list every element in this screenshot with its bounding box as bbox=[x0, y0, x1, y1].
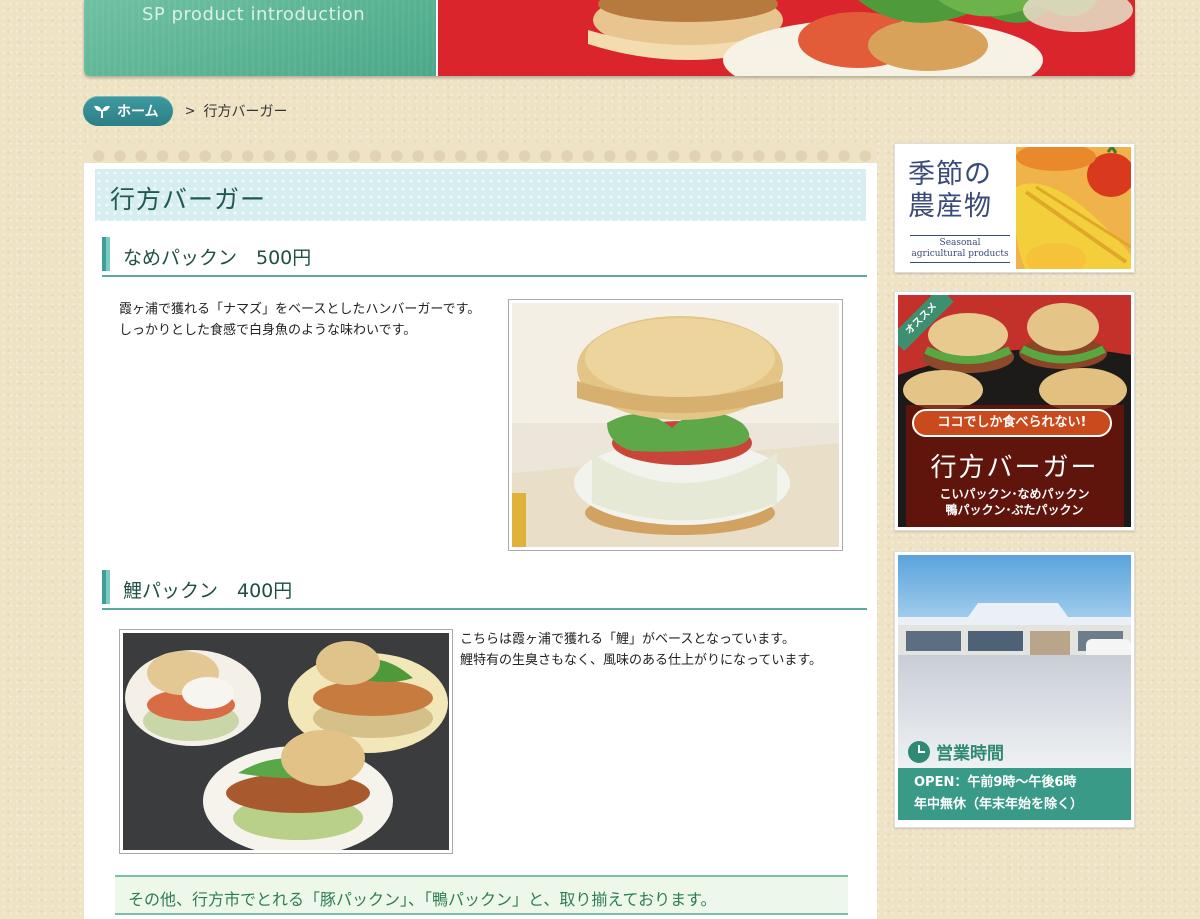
section-title-nama: なめパックン 500円 bbox=[102, 235, 867, 277]
burger-list-line: 鴨パックン･ぶたパックン bbox=[945, 503, 1084, 517]
breadcrumb-separator: > bbox=[184, 103, 196, 119]
seasonal-en-line: Seasonal bbox=[939, 238, 981, 248]
burger-banner-list: こいパックン･なめパックン 鴨パックン･ぶたパックン bbox=[898, 486, 1131, 518]
footer-note: その他、行方市でとれる「豚パックン」、「鴨パックン」と、取り揃えております。 bbox=[115, 875, 848, 915]
hours-open-text: OPEN：午前9時〜午後6時 bbox=[914, 775, 1077, 790]
breadcrumb-home-link[interactable]: ホーム bbox=[83, 96, 173, 126]
seasonal-text-area: 季節の 農産物 Seasonal agricultural products bbox=[898, 147, 1016, 269]
burger-banner-title: 行方バーガー bbox=[930, 453, 1099, 483]
banner-subtitle: SP product introduction bbox=[142, 4, 366, 25]
business-hours-banner[interactable]: 営業時間 OPEN：午前9時〜午後6時 年中無休（年末年始を除く） bbox=[894, 551, 1135, 828]
nama-burger-photo bbox=[508, 299, 843, 551]
main-content: 行方バーガー なめパックン 500円 霞ヶ浦で獲れる「ナマズ」をベースとしたハン… bbox=[84, 143, 877, 919]
banner-burger-photo bbox=[436, 0, 1135, 76]
breadcrumb-home-label: ホーム bbox=[117, 104, 159, 120]
description-line: こちらは霞ヶ浦で獲れる「鯉」がベースとなっています。 bbox=[460, 632, 796, 647]
header-banner: SP product introduction bbox=[84, 0, 1135, 76]
description-line: 鯉特有の生臭さもなく、風味のある仕上がりになっています。 bbox=[460, 653, 823, 668]
seasonal-en-line: agricultural products bbox=[911, 249, 1009, 259]
section-marker bbox=[102, 237, 110, 271]
description-line: 霞ヶ浦で獲れる「ナマズ」をベースとしたハンバーガーです。 bbox=[119, 302, 481, 317]
section-heading: 鯉パックン 400円 bbox=[123, 580, 293, 602]
hours-label-text: 営業時間 bbox=[936, 744, 1004, 764]
footer-note-text: その他、行方市でとれる「豚パックン」、「鴨パックン」と、取り揃えております。 bbox=[128, 890, 717, 909]
section-description: こちらは霞ヶ浦で獲れる「鯉」がベースとなっています。 鯉特有の生臭さもなく、風味… bbox=[460, 629, 860, 671]
page-title: 行方バーガー bbox=[110, 185, 267, 214]
scalloped-edge bbox=[84, 143, 877, 169]
hours-holiday-text: 年中無休（年末年始を除く） bbox=[914, 797, 1084, 812]
namegata-burger-banner[interactable]: オススメ ココでしか食べられない! 行方バーガー こいパックン･なめパックン 鴨… bbox=[894, 291, 1135, 531]
seasonal-title-line: 農産物 bbox=[908, 191, 992, 222]
vegetables-photo bbox=[1014, 147, 1131, 269]
section-marker bbox=[102, 570, 110, 604]
section-heading: なめパックン 500円 bbox=[123, 247, 312, 269]
page-heading: 行方バーガー bbox=[95, 169, 866, 221]
seasonal-title-line: 季節の bbox=[908, 159, 992, 190]
burger-list-line: こいパックン･なめパックン bbox=[939, 487, 1090, 501]
seasonal-products-banner[interactable]: 季節の 農産物 Seasonal agricultural products bbox=[894, 143, 1135, 273]
breadcrumb-current: 行方バーガー bbox=[203, 104, 288, 120]
koi-burger-photo bbox=[119, 629, 453, 854]
seasonal-title: 季節の 農産物 bbox=[908, 159, 992, 223]
breadcrumb: ホーム > 行方バーガー bbox=[83, 96, 288, 126]
section-title-koi: 鯉パックン 400円 bbox=[102, 568, 867, 610]
description-line: しっかりとした食感で白身魚のような味わいです。 bbox=[119, 323, 417, 338]
sprout-icon bbox=[94, 105, 110, 118]
section-description: 霞ヶ浦で獲れる「ナマズ」をベースとしたハンバーガーです。 しっかりとした食感で白… bbox=[119, 299, 509, 341]
clock-icon bbox=[908, 740, 930, 763]
burger-banner-pill: ココでしか食べられない! bbox=[912, 409, 1112, 437]
hours-label: 営業時間 bbox=[908, 739, 1004, 764]
hours-info-box: OPEN：午前9時〜午後6時 年中無休（年末年始を除く） bbox=[898, 768, 1131, 820]
banner-title-area: SP product introduction bbox=[84, 0, 436, 76]
parking-lot-photo bbox=[898, 655, 1131, 785]
seasonal-english-subtitle: Seasonal agricultural products bbox=[910, 235, 1010, 263]
